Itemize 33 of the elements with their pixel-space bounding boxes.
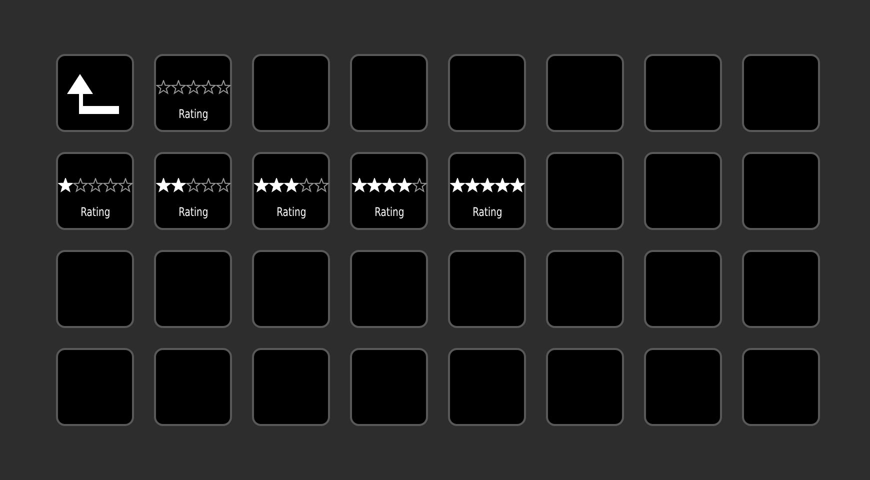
empty-key[interactable] [546, 348, 624, 426]
rating-key[interactable]: Rating [252, 152, 330, 230]
empty-key[interactable] [154, 250, 232, 328]
empty-key[interactable] [56, 250, 134, 328]
empty-key[interactable] [56, 348, 134, 426]
empty-key[interactable] [448, 54, 526, 132]
empty-key[interactable] [644, 250, 722, 328]
empty-key[interactable] [252, 250, 330, 328]
empty-key[interactable] [546, 54, 624, 132]
empty-key[interactable] [350, 348, 428, 426]
empty-key[interactable] [742, 54, 820, 132]
rating-key[interactable]: Rating [154, 54, 232, 132]
empty-key[interactable] [644, 348, 722, 426]
rating-key[interactable]: Rating [154, 152, 232, 230]
rating-key[interactable]: Rating [56, 152, 134, 230]
empty-key[interactable] [546, 152, 624, 230]
rating-key[interactable]: Rating [350, 152, 428, 230]
empty-key[interactable] [350, 54, 428, 132]
rating-key[interactable]: Rating [448, 152, 526, 230]
empty-key[interactable] [742, 152, 820, 230]
empty-key[interactable] [742, 348, 820, 426]
empty-key[interactable] [644, 54, 722, 132]
empty-key[interactable] [252, 348, 330, 426]
empty-key[interactable] [644, 152, 722, 230]
empty-key[interactable] [546, 250, 624, 328]
back-arrow-icon [67, 74, 119, 116]
empty-key[interactable] [252, 54, 330, 132]
back-key[interactable] [56, 54, 134, 132]
empty-key[interactable] [350, 250, 428, 328]
empty-key[interactable] [448, 348, 526, 426]
empty-key[interactable] [154, 348, 232, 426]
empty-key[interactable] [742, 250, 820, 328]
empty-key[interactable] [448, 250, 526, 328]
